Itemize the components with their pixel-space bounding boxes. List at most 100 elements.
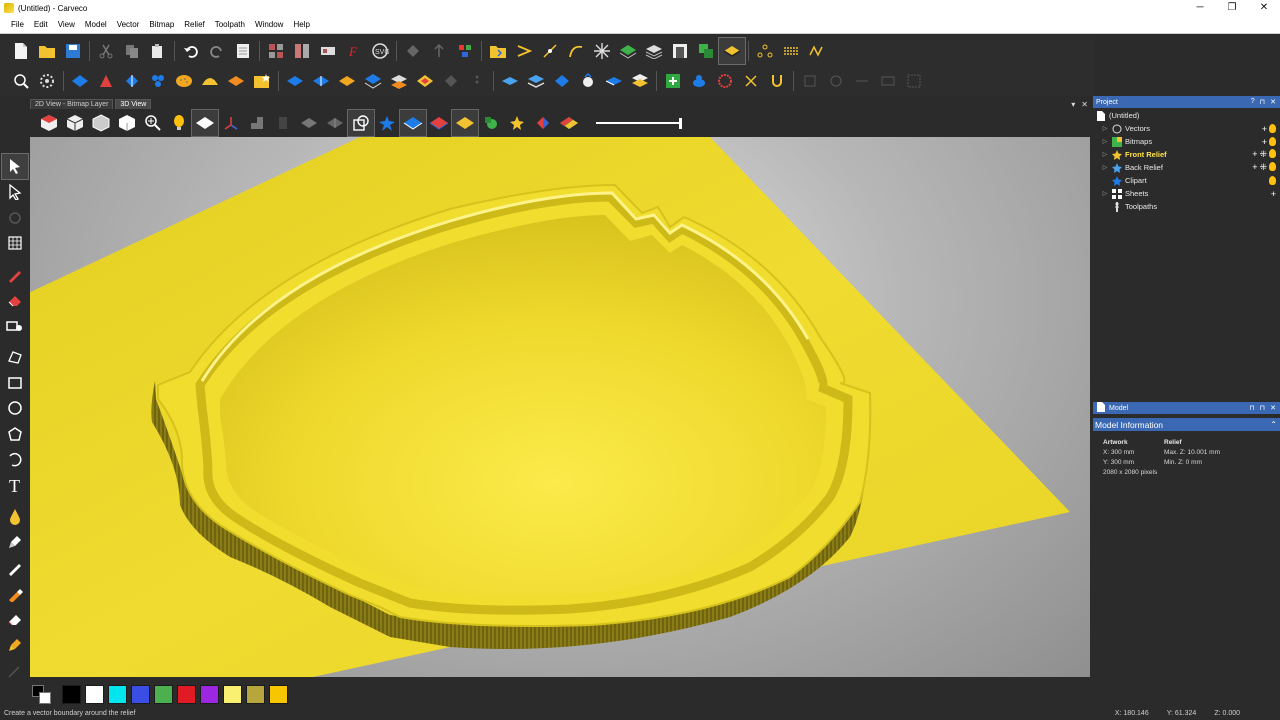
star-burst-icon[interactable] [589, 38, 615, 64]
visibility-bulb-icon[interactable] [1269, 136, 1276, 146]
relief-dots-icon[interactable] [464, 68, 490, 94]
color-swatch-cyan[interactable] [108, 684, 127, 704]
relief-blue-shape-icon[interactable] [119, 68, 145, 94]
select-arrow-icon[interactable] [1, 153, 29, 180]
tree-item-front-relief[interactable]: ▷ Front Relief + ⁜ [1093, 148, 1280, 161]
color-swatch-light-yellow[interactable] [223, 684, 242, 704]
split-view-icon[interactable] [289, 38, 315, 64]
cube-red-icon[interactable] [36, 110, 62, 136]
relief-combine-add-icon[interactable] [282, 68, 308, 94]
model-float-button[interactable]: ⊓ [1260, 404, 1265, 412]
tab-2d-view[interactable]: 2D View - Bitmap Layer [30, 99, 114, 109]
disabled-view-1-icon[interactable] [270, 110, 296, 136]
grid-view-icon[interactable] [315, 38, 341, 64]
transparency-slider[interactable] [596, 116, 682, 130]
settings-icon[interactable] [34, 68, 60, 94]
relief-red-diamond-icon[interactable] [412, 68, 438, 94]
merge-layers-icon[interactable] [693, 38, 719, 64]
add-icon[interactable]: + [1262, 137, 1267, 147]
cube-white-icon[interactable] [114, 110, 140, 136]
relief-red-shape-icon[interactable] [93, 68, 119, 94]
star-zoom-icon[interactable] [504, 110, 530, 136]
color-swatch-blue[interactable] [131, 684, 150, 704]
cube-iso-icon[interactable] [62, 110, 88, 136]
rainbow-layer-icon[interactable] [556, 110, 582, 136]
stack-layers-icon[interactable] [641, 38, 667, 64]
relief-combine-merge-icon[interactable] [308, 68, 334, 94]
color-swatch-olive[interactable] [246, 684, 265, 704]
blue-plane-icon[interactable] [399, 109, 427, 137]
tree-item-back-relief[interactable]: ▷ Back Relief + ⁜ [1093, 161, 1280, 174]
paste-icon[interactable] [145, 38, 171, 64]
add-icon[interactable]: + [1252, 149, 1257, 160]
maximize-button[interactable]: ❐ [1216, 1, 1248, 15]
model-close-button[interactable]: ✕ [1270, 404, 1276, 412]
grid-tool-icon[interactable] [2, 231, 28, 256]
color-swatch-gold[interactable] [269, 684, 288, 704]
create-boundary-icon[interactable] [718, 37, 746, 65]
background-color[interactable] [39, 692, 51, 704]
slider-thumb[interactable] [679, 118, 682, 129]
axis-icon[interactable] [218, 110, 244, 136]
grey-layer-icon[interactable] [296, 110, 322, 136]
green-layer-icon[interactable] [615, 38, 641, 64]
cube-outline-icon[interactable] [88, 110, 114, 136]
menu-bitmap[interactable]: Bitmap [144, 20, 179, 29]
zoom-icon[interactable] [8, 68, 34, 94]
copy-icon[interactable] [119, 38, 145, 64]
blue-drop-icon[interactable] [686, 68, 712, 94]
add-icon[interactable]: + [1262, 124, 1267, 134]
tab-3d-view[interactable]: 3D View [115, 99, 152, 109]
collapse-chevron-icon[interactable]: ⌃ [1270, 420, 1280, 429]
add-icon[interactable]: + [1252, 162, 1257, 173]
visibility-bulb-icon[interactable] [1269, 123, 1276, 133]
grid-plane-icon[interactable] [244, 110, 270, 136]
new-file-icon[interactable] [8, 38, 34, 64]
brush-yellow-icon[interactable] [2, 633, 28, 658]
menu-model[interactable]: Model [80, 20, 112, 29]
pen-red-icon[interactable] [2, 262, 28, 287]
menu-toolpath[interactable]: Toolpath [210, 20, 250, 29]
save-icon[interactable] [60, 38, 86, 64]
yellow-plane-icon[interactable] [451, 109, 479, 137]
undo-icon[interactable] [178, 38, 204, 64]
expand-arrow-icon[interactable]: ▷ [1101, 125, 1109, 132]
frame-icon[interactable] [667, 38, 693, 64]
blue-star-layer-icon[interactable] [374, 110, 400, 136]
tree-item-clipart[interactable]: Clipart [1093, 174, 1280, 187]
menu-relief[interactable]: Relief [179, 20, 209, 29]
relief-blue-stack-icon[interactable] [360, 68, 386, 94]
disabled-tool-2-icon[interactable] [823, 68, 849, 94]
sculpt-tool-icon[interactable] [2, 556, 28, 581]
rectangle-icon[interactable] [2, 371, 28, 396]
split-icon[interactable]: ⁜ [1259, 162, 1267, 173]
document-properties-icon[interactable] [230, 38, 256, 64]
close-button[interactable]: ✕ [1248, 1, 1280, 15]
align-objects-icon[interactable] [452, 38, 478, 64]
tree-item-root[interactable]: (Untitled) [1093, 109, 1280, 122]
project-help-button[interactable]: ? [1251, 98, 1255, 106]
spiral-icon[interactable] [712, 68, 738, 94]
font-icon[interactable]: F [341, 38, 367, 64]
transform-icon[interactable] [2, 205, 28, 230]
magnet-icon[interactable] [764, 68, 790, 94]
visibility-bulb-icon[interactable] [1269, 176, 1276, 185]
spin-icon[interactable] [426, 38, 452, 64]
menu-window[interactable]: Window [250, 20, 288, 29]
polyline-icon[interactable] [2, 345, 28, 370]
grey-layer-2-icon[interactable] [322, 110, 348, 136]
node-select-icon[interactable] [2, 180, 28, 205]
toolpath-arrow-icon[interactable] [511, 38, 537, 64]
redo-icon[interactable] [204, 38, 230, 64]
relief-blue-molecule-icon[interactable] [145, 68, 171, 94]
green-shapes-icon[interactable] [478, 110, 504, 136]
relief-tiles-icon[interactable] [386, 68, 412, 94]
color-swatch-black[interactable] [62, 684, 81, 704]
scissor-path-icon[interactable] [738, 68, 764, 94]
add-green-icon[interactable] [660, 68, 686, 94]
zigzag-icon[interactable] [804, 38, 830, 64]
model-info-header[interactable]: Model Information ⌃ [1093, 418, 1280, 431]
tree-item-sheets[interactable]: ▷ Sheets + [1093, 187, 1280, 200]
dome-relief-icon[interactable] [197, 68, 223, 94]
eraser-icon[interactable] [2, 288, 28, 313]
